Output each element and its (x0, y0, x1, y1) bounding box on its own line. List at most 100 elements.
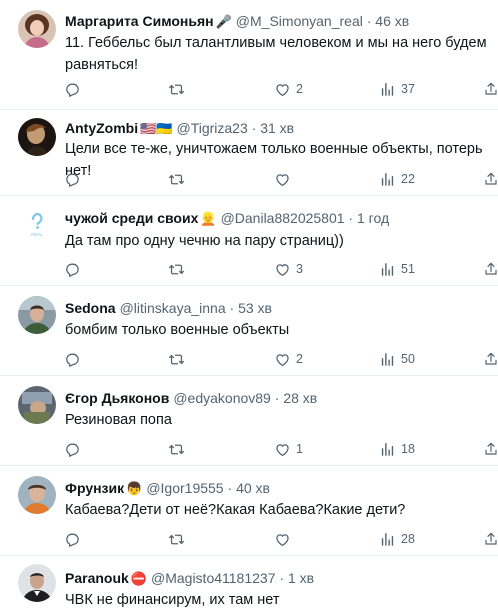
like-button[interactable] (274, 529, 296, 549)
author-handle[interactable]: @edyakonov89 (173, 390, 271, 406)
share-icon (483, 531, 498, 547)
tweet-header: Єгор Дьяконов @edyakonov89 · 28 хв (65, 389, 317, 407)
author-name[interactable]: AntyZombi (65, 120, 138, 136)
author-name[interactable]: Єгор Дьяконов (65, 390, 169, 406)
views-button[interactable]: 18 (379, 439, 415, 459)
reply-button[interactable] (64, 529, 86, 549)
tweet[interactable]: Sedona @litinskaya_inna · 53 хв бомбим тол… (0, 286, 498, 376)
heart-icon (274, 441, 291, 458)
author-handle[interactable]: @Tigriza23 (176, 120, 247, 136)
tweet-text: Да там про одну чечню на пару страниц)) (65, 230, 495, 252)
share-button[interactable] (483, 349, 498, 369)
separator-dot: · (247, 120, 261, 136)
tweet-time[interactable]: 46 хв (375, 13, 409, 29)
views-count: 37 (401, 82, 415, 96)
views-count: 18 (401, 442, 415, 456)
retweet-button[interactable] (168, 439, 190, 459)
action-bar: 22 (0, 169, 498, 189)
author-name[interactable]: Sedona (65, 300, 116, 316)
retweet-icon (168, 171, 185, 188)
tweet-header: Paranouk ⛔ @Magisto41181237 · 1 хв (65, 569, 314, 589)
like-count: 3 (296, 262, 303, 276)
author-name[interactable]: Paranouk (65, 570, 129, 586)
reply-button[interactable] (64, 349, 86, 369)
share-button[interactable] (483, 439, 498, 459)
views-count: 50 (401, 352, 415, 366)
retweet-button[interactable] (168, 169, 190, 189)
views-button[interactable]: 28 (379, 529, 415, 549)
share-button[interactable] (483, 259, 498, 279)
views-button[interactable]: 22 (379, 169, 415, 189)
views-button[interactable]: 37 (379, 79, 415, 99)
reply-icon (64, 441, 81, 458)
retweet-button[interactable] (168, 529, 190, 549)
tweet-text-line: бомбим только военные объекты (65, 322, 290, 338)
views-button[interactable]: 51 (379, 259, 415, 279)
author-name[interactable]: Фрунзик (65, 480, 124, 496)
avatar[interactable] (18, 564, 56, 602)
author-name[interactable]: Маргарита Симоньян (65, 13, 214, 29)
tweet[interactable]: AntyZombi 🇺🇸🇺🇦 @Tigriza23 · 31 хв Цели все … (0, 110, 498, 196)
avatar[interactable] (18, 476, 56, 514)
share-button[interactable] (483, 529, 498, 549)
tweet-time[interactable]: 1 хв (288, 570, 314, 586)
author-handle[interactable]: @M_Simonyan_real (236, 13, 363, 29)
analytics-icon (379, 261, 396, 278)
author-handle[interactable]: @litinskaya_inna (120, 300, 226, 316)
separator-dot: · (362, 13, 376, 29)
tweet-text: Резиновая попа (65, 409, 495, 431)
share-icon (483, 81, 498, 97)
author-badge: 👱 (200, 212, 217, 227)
retweet-button[interactable] (168, 349, 190, 369)
tweet-text-line: ЧВК не финансирум, их там нет (65, 592, 280, 608)
heart-icon (274, 171, 291, 188)
author-handle[interactable]: @Danila882025801 (221, 210, 345, 226)
like-button[interactable] (274, 169, 296, 189)
tweet-time[interactable]: 28 хв (283, 390, 317, 406)
tweet-time[interactable]: 40 хв (236, 480, 270, 496)
author-badge: 👦 (126, 482, 143, 497)
reply-button[interactable] (64, 439, 86, 459)
views-button[interactable]: 50 (379, 349, 415, 369)
tweet-time[interactable]: 1 год (357, 210, 389, 226)
tweet-time[interactable]: 31 хв (260, 120, 294, 136)
avatar[interactable] (18, 10, 56, 48)
retweet-button[interactable] (168, 259, 190, 279)
retweet-icon (168, 441, 185, 458)
like-button[interactable]: 2 (274, 349, 303, 369)
tweet[interactable]: Маргарита Симоньян 🎤 @M_Simonyan_real · 46… (0, 0, 498, 110)
avatar[interactable] (18, 296, 56, 334)
tweet[interactable]: Єгор Дьяконов @edyakonov89 · 28 хв Резинов… (0, 376, 498, 466)
analytics-icon (379, 171, 396, 188)
heart-icon (274, 531, 291, 548)
reply-button[interactable] (64, 259, 86, 279)
retweet-icon (168, 351, 185, 368)
avatar[interactable] (18, 386, 56, 424)
author-handle[interactable]: @Igor19555 (146, 480, 223, 496)
avatar[interactable] (18, 118, 56, 156)
retweet-icon (168, 261, 185, 278)
tweet[interactable]: Фрунзик 👦 @Igor19555 · 40 хв Кабаева?Дети о… (0, 466, 498, 556)
tweet-time[interactable]: 53 хв (238, 300, 272, 316)
like-button[interactable]: 3 (274, 259, 303, 279)
share-button[interactable] (483, 79, 498, 99)
author-badge: 🇺🇸🇺🇦 (140, 122, 173, 137)
reply-button[interactable] (64, 79, 86, 99)
like-button[interactable]: 2 (274, 79, 303, 99)
share-icon (483, 171, 498, 187)
retweet-button[interactable] (168, 79, 190, 99)
analytics-icon (379, 441, 396, 458)
share-button[interactable] (483, 169, 498, 189)
tweet-text: ЧВК не финансирум, их там нет (65, 589, 495, 611)
tweet[interactable]: Paranouk ⛔ @Magisto41181237 · 1 хв ЧВК не ф… (0, 556, 498, 615)
tweet[interactable]: REAL чужой среди своих 👱 @Danila882025801 ·… (0, 196, 498, 286)
like-button[interactable]: 1 (274, 439, 303, 459)
separator-dot: · (225, 300, 239, 316)
avatar[interactable]: REAL (18, 206, 56, 244)
reply-button[interactable] (64, 169, 86, 189)
author-handle[interactable]: @Magisto41181237 (151, 570, 275, 586)
action-bar: 28 (0, 529, 498, 549)
tweet-header: Маргарита Симоньян 🎤 @M_Simonyan_real · 46… (65, 12, 409, 32)
tweet-text: 11. Геббельс был талантливым человеком и… (65, 32, 495, 76)
author-name[interactable]: чужой среди своих (65, 210, 198, 226)
